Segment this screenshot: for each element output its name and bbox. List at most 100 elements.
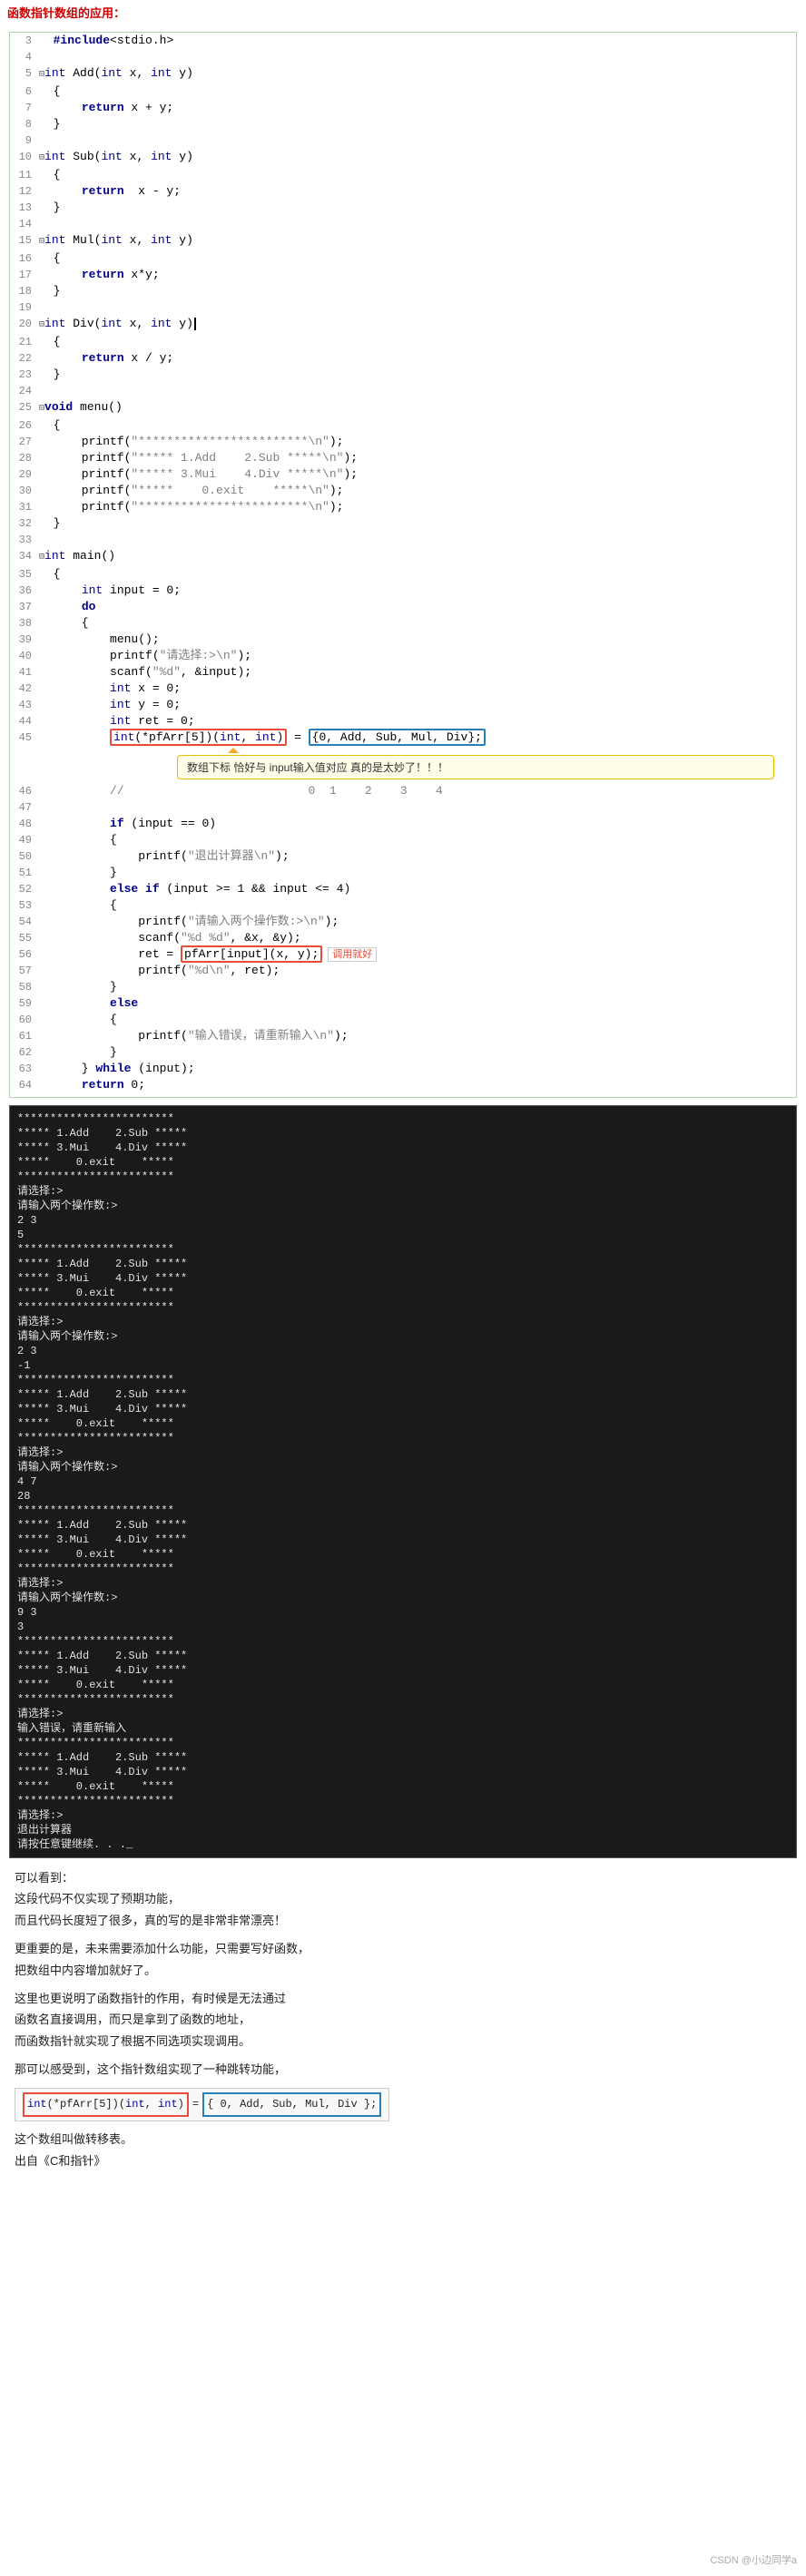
code-line: 50 printf("退出计算器\n");	[14, 848, 792, 865]
code-line: 17 return x*y;	[14, 267, 792, 283]
commentary-para5: 这里也更说明了函数指针的作用，有时候是无法通过 函数名直接调用，而只是拿到了函数…	[15, 1988, 791, 2052]
line-content: ⊟int Mul(int x, int y)	[39, 232, 792, 250]
terminal-line: ************************	[17, 1794, 789, 1808]
line-number: 61	[14, 1028, 39, 1044]
terminal-line: 输入错误，请重新输入	[17, 1721, 789, 1736]
terminal-line: ***** 1.Add 2.Sub *****	[17, 1649, 789, 1663]
terminal-line: ************************	[17, 1503, 789, 1518]
annotation-text: 数组下标 恰好与 input输入值对应 真的是太妙了！！！	[187, 761, 448, 774]
inline-code-highlight-blue: { 0, Add, Sub, Mul, Div };	[202, 2092, 381, 2118]
line-number: 25	[14, 399, 39, 416]
code-line: 20 ⊟int Div(int x, int y)	[14, 316, 792, 334]
terminal-line: ************************	[17, 1300, 789, 1315]
code-line: 59 else	[14, 995, 792, 1012]
code-line: 13 }	[14, 200, 792, 216]
code-line: 24	[14, 383, 792, 399]
line-number: 41	[14, 664, 39, 681]
line-number: 49	[14, 832, 39, 848]
line-number: 17	[14, 267, 39, 283]
page-container: 函数指针数组的应用： 3 #include<stdio.h> 4 5 ⊟int …	[0, 0, 806, 2576]
line-content: return x - y;	[39, 183, 792, 200]
terminal-line: 请选择:>	[17, 1445, 789, 1460]
terminal-line: ***** 0.exit *****	[17, 1678, 789, 1692]
terminal-line: 请输入两个操作数:>	[17, 1460, 789, 1474]
line-content: int(*pfArr[5])(int, int) = {0, Add, Sub,…	[39, 730, 792, 746]
line-number: 57	[14, 963, 39, 979]
line-number: 8	[14, 116, 39, 132]
code-line: 5 ⊟int Add(int x, int y)	[14, 65, 792, 83]
line-content: }	[39, 283, 792, 299]
code-line: 57 printf("%d\n", ret);	[14, 963, 792, 979]
code-line: 19	[14, 299, 792, 316]
line-content: }	[39, 367, 792, 383]
line-content: {	[39, 1012, 792, 1028]
line-content: printf("输入错误，请重新输入\n");	[39, 1028, 792, 1044]
code-line: 36 int input = 0;	[14, 583, 792, 599]
line-content: // 0 1 2 3 4	[39, 783, 792, 799]
terminal-line: ***** 1.Add 2.Sub *****	[17, 1387, 789, 1402]
terminal-line: ************************	[17, 1242, 789, 1257]
code-line: 28 printf("***** 1.Add 2.Sub *****\n");	[14, 450, 792, 466]
terminal-line: ***** 3.Mui 4.Div *****	[17, 1663, 789, 1678]
line-number: 21	[14, 334, 39, 350]
line-number: 63	[14, 1061, 39, 1077]
code-line: 55 scanf("%d %d", &x, &y);	[14, 930, 792, 946]
code-line: 38 {	[14, 615, 792, 632]
code-line: 60 {	[14, 1012, 792, 1028]
terminal-line: 请输入两个操作数:>	[17, 1199, 789, 1213]
commentary-section: 可以看到： 这段代码不仅实现了预期功能， 而且代码长度短了很多，真的写的是非常非…	[0, 1858, 806, 2188]
array-annotation-bubble: 数组下标 恰好与 input输入值对应 真的是太妙了！！！	[177, 755, 774, 779]
code-line: 40 printf("请选择:>\n");	[14, 648, 792, 664]
code-line: 43 int y = 0;	[14, 697, 792, 713]
line-number: 23	[14, 367, 39, 383]
code-block: 3 #include<stdio.h> 4 5 ⊟int Add(int x, …	[10, 33, 796, 1097]
line-number: 43	[14, 697, 39, 713]
line-content: return x + y;	[39, 100, 792, 116]
inline-code-display: int(*pfArr[5])(int, int) = { 0, Add, Sub…	[15, 2088, 389, 2122]
line-number: 62	[14, 1044, 39, 1061]
terminal-line: ***** 3.Mui 4.Div *****	[17, 1271, 789, 1286]
line-number: 36	[14, 583, 39, 599]
terminal-line: ***** 0.exit *****	[17, 1779, 789, 1794]
code-line: 54 printf("请输入两个操作数:>\n");	[14, 914, 792, 930]
line-content: printf("***** 0.exit *****\n");	[39, 483, 792, 499]
code-line: 51 }	[14, 865, 792, 881]
line-number: 51	[14, 865, 39, 881]
terminal-line: ***** 1.Add 2.Sub *****	[17, 1750, 789, 1765]
terminal-line: ***** 3.Mui 4.Div *****	[17, 1765, 789, 1779]
line-content: scanf("%d %d", &x, &y);	[39, 930, 792, 946]
line-number: 20	[14, 316, 39, 332]
line-number: 46	[14, 783, 39, 799]
line-content: ⊟int Add(int x, int y)	[39, 65, 792, 83]
code-line: 29 printf("***** 3.Mui 4.Div *****\n");	[14, 466, 792, 483]
line-number: 22	[14, 350, 39, 367]
terminal-line: 2 3	[17, 1344, 789, 1358]
line-content: int input = 0;	[39, 583, 792, 599]
line-number: 38	[14, 615, 39, 632]
code-line: 26 {	[14, 417, 792, 434]
line-number: 32	[14, 515, 39, 532]
line-number: 10	[14, 149, 39, 165]
line-number: 44	[14, 713, 39, 730]
terminal-line: 9 3	[17, 1605, 789, 1620]
line-content: ret = pfArr[input](x, y);调用就好	[39, 946, 792, 963]
code-line: 33	[14, 532, 792, 548]
terminal-line: 请选择:>	[17, 1576, 789, 1591]
terminal-line: ***** 1.Add 2.Sub *****	[17, 1126, 789, 1141]
line-content: {	[39, 417, 792, 434]
line-content: {	[39, 83, 792, 100]
line-number: 55	[14, 930, 39, 946]
line-number: 6	[14, 83, 39, 100]
code-section: 3 #include<stdio.h> 4 5 ⊟int Add(int x, …	[9, 32, 797, 1098]
code-line: 27 printf("************************\n");	[14, 434, 792, 450]
code-line: 49 {	[14, 832, 792, 848]
annotation-container	[46, 748, 792, 753]
commentary-can-see: 可以看到： 这段代码不仅实现了预期功能， 而且代码长度短了很多，真的写的是非常非…	[15, 1867, 791, 1931]
code-line: 41 scanf("%d", &input);	[14, 664, 792, 681]
terminal-line: ***** 1.Add 2.Sub *****	[17, 1257, 789, 1271]
terminal-line: 请按任意键继续. . ._	[17, 1837, 789, 1852]
line-number: 50	[14, 848, 39, 865]
line-number: 53	[14, 897, 39, 914]
line-number: 33	[14, 532, 39, 548]
line-content: int x = 0;	[39, 681, 792, 697]
